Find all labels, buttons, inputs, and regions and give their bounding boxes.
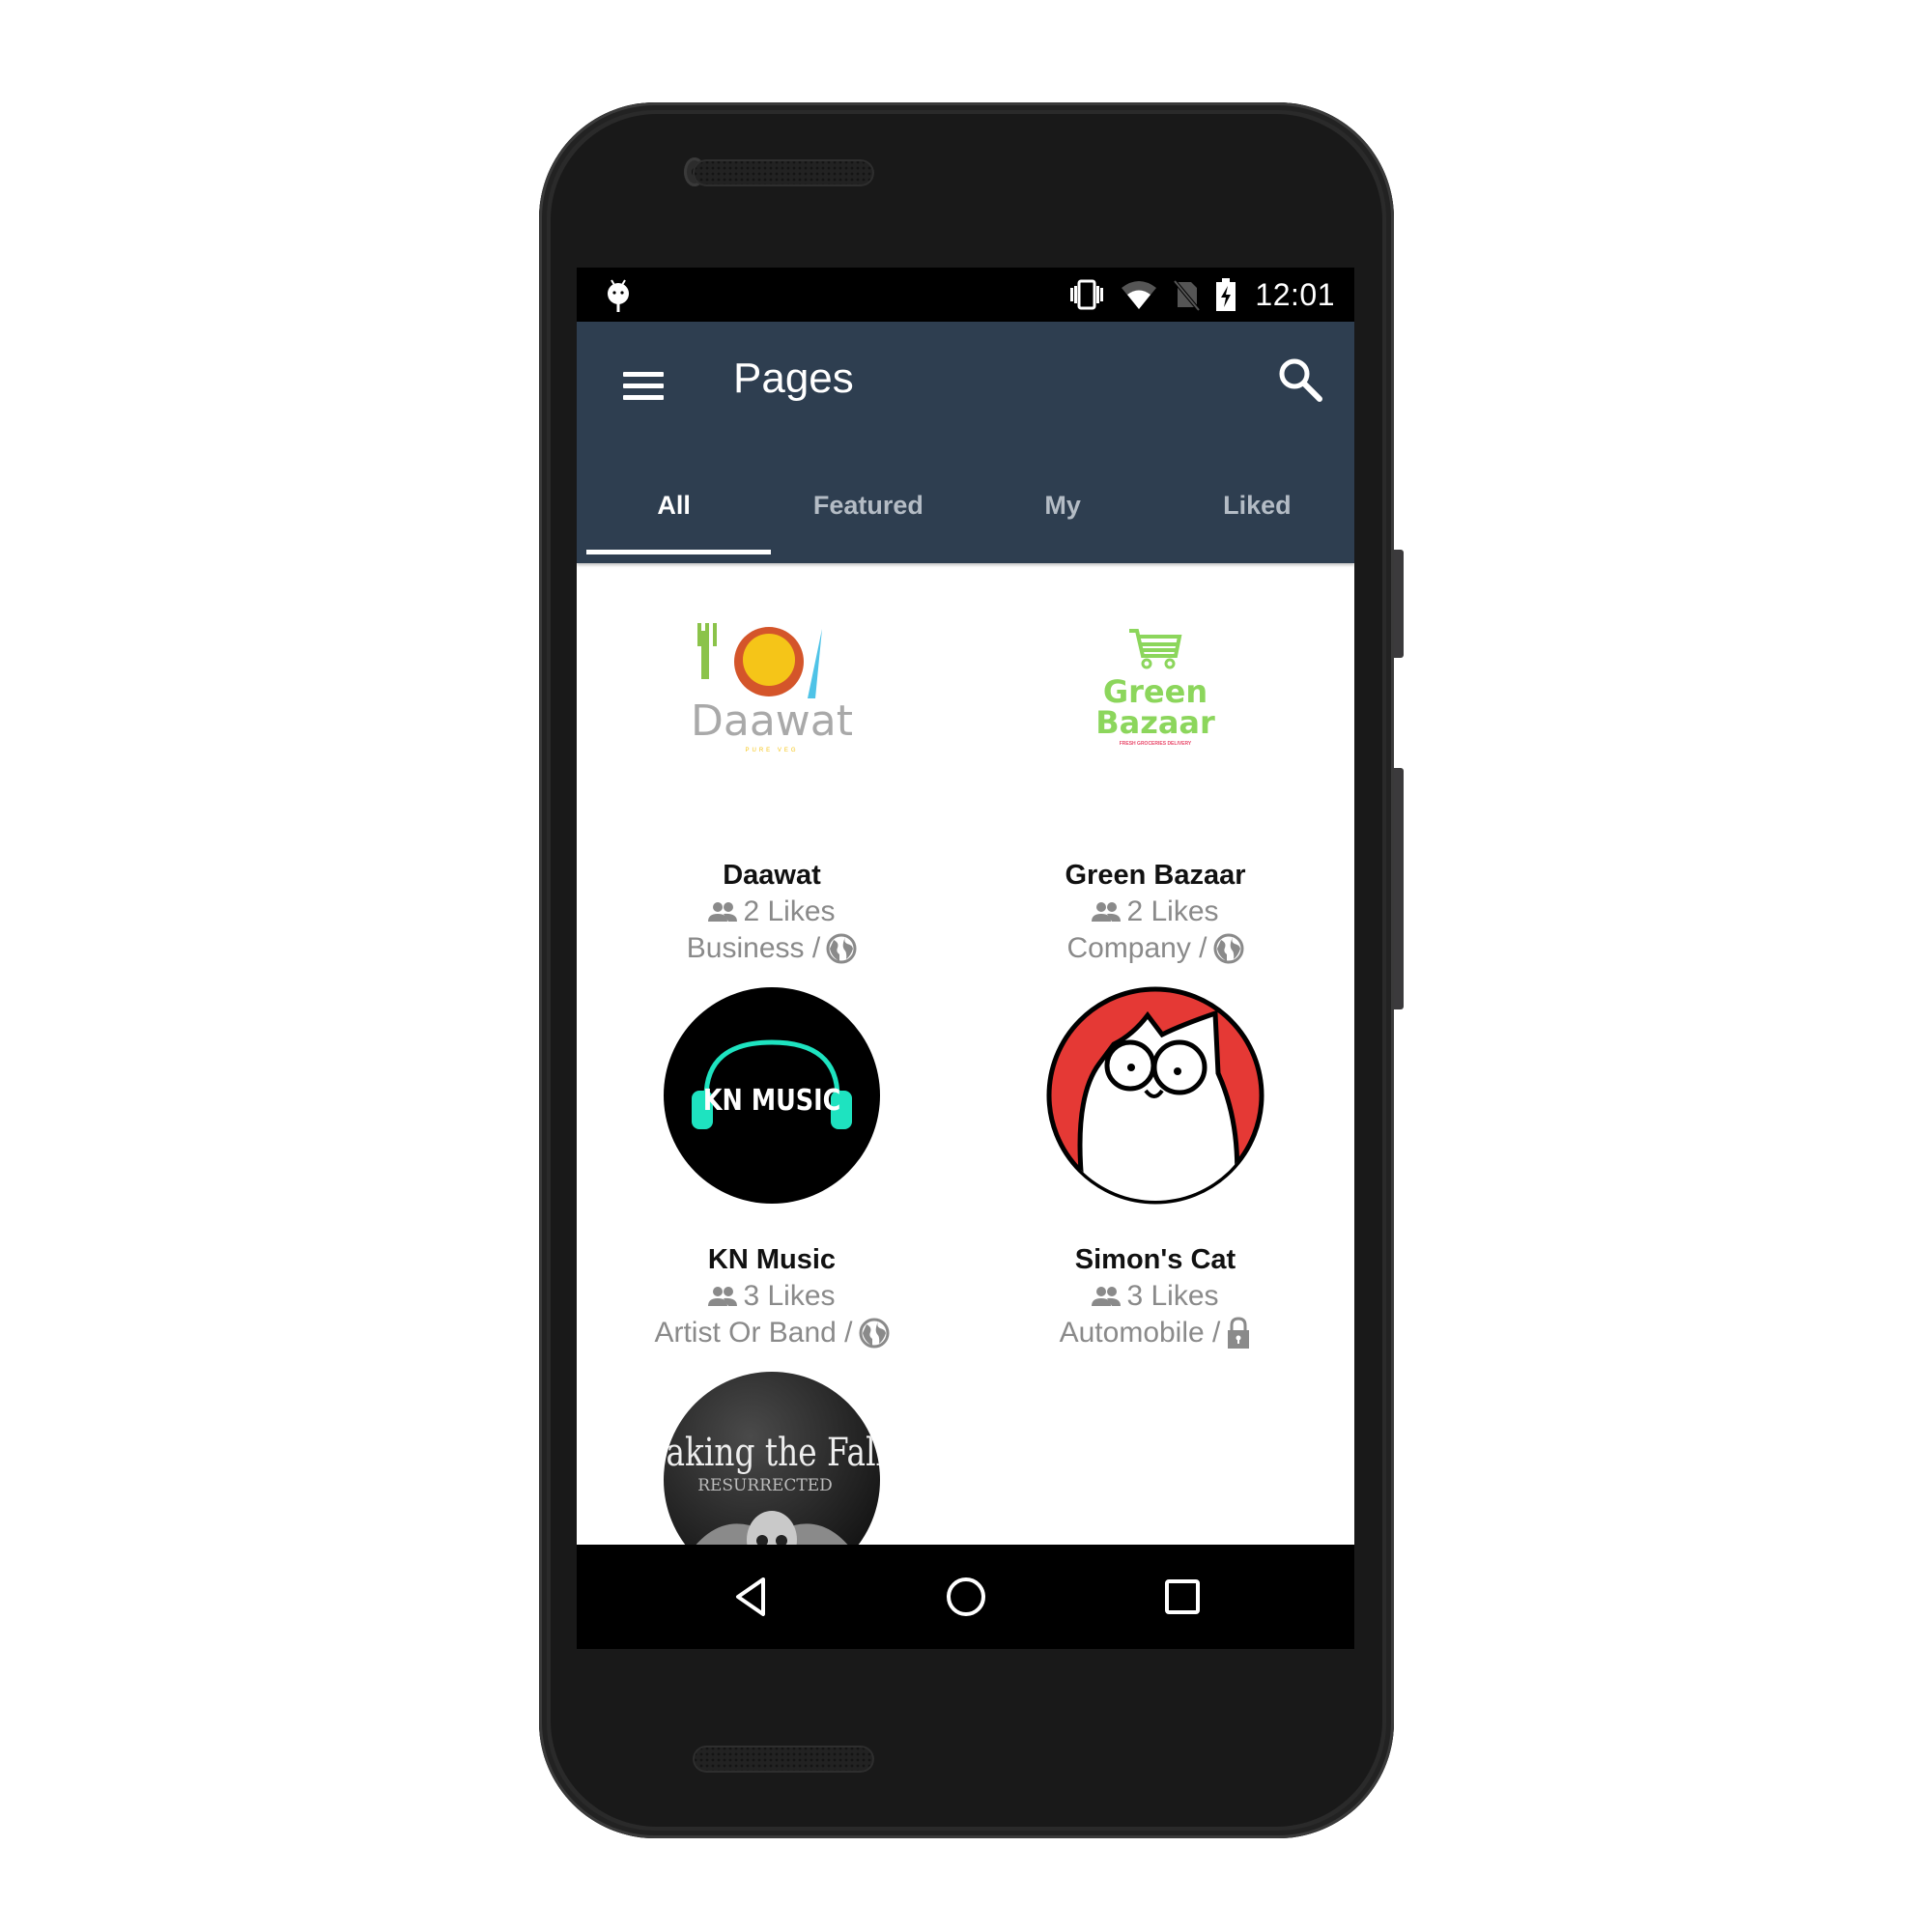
page-category: Company / (966, 930, 1345, 967)
globe-icon (1213, 933, 1244, 964)
lock-icon (1228, 1317, 1250, 1349)
tab-my[interactable]: My (966, 480, 1160, 563)
search-icon[interactable] (1273, 353, 1327, 407)
page-card-daawat[interactable]: Daawat PURE VEG Daawat 2 Likes Business … (582, 602, 961, 967)
volume-rocker[interactable] (1394, 768, 1404, 1009)
tab-all[interactable]: All (577, 480, 772, 563)
recents-square-icon[interactable] (1159, 1574, 1206, 1620)
android-debug-icon (608, 279, 629, 312)
home-circle-icon[interactable] (943, 1574, 989, 1620)
tab-liked[interactable]: Liked (1160, 480, 1354, 563)
svg-text:PURE VEG: PURE VEG (745, 748, 798, 753)
svg-text:RESURRECTED: RESURRECTED (697, 1476, 833, 1495)
page-logo-daawat: Daawat PURE VEG (663, 602, 881, 820)
page-card-kn-music[interactable]: KN MUSIC KN Music 3 Likes Artist Or Band… (582, 986, 961, 1351)
battery-charging-icon (1216, 278, 1236, 311)
people-icon (708, 1287, 738, 1306)
page-name: Green Bazaar (1065, 860, 1246, 891)
page-category: Automobile / (966, 1315, 1345, 1351)
back-triangle-icon[interactable] (728, 1574, 775, 1620)
people-icon (1092, 1287, 1122, 1306)
page-likes: 3 Likes (966, 1278, 1345, 1315)
svg-text:FRESH GROCERIES DELIVERY: FRESH GROCERIES DELIVERY (1120, 741, 1192, 747)
globe-icon (859, 1318, 890, 1349)
no-sim-icon (1173, 279, 1201, 311)
page-name: Simon's Cat (1074, 1244, 1236, 1275)
system-nav-bar (577, 1545, 1354, 1649)
page-category: Artist Or Band / (582, 1315, 961, 1351)
page-logo-green-bazaar: Green Bazaar FRESH GROCERIES DELIVERY (1046, 602, 1264, 820)
earpiece-speaker (693, 159, 874, 186)
page-title: Pages (733, 355, 854, 402)
svg-text:Daawat: Daawat (691, 696, 853, 746)
wifi-icon (1122, 281, 1157, 309)
page-card-simons-cat[interactable]: Simon's Cat 3 Likes Automobile / (966, 986, 1345, 1351)
page-name: Daawat (723, 860, 821, 891)
status-bar: 12:01 (577, 268, 1354, 322)
app-bar: Pages All Featured My Liked (577, 322, 1354, 563)
page-card-green-bazaar[interactable]: Green Bazaar FRESH GROCERIES DELIVERY Gr… (966, 602, 1345, 967)
svg-text:Bazaar: Bazaar (1095, 704, 1215, 741)
bottom-speaker (693, 1746, 874, 1773)
page-category: Business / (582, 930, 961, 967)
tab-bar: All Featured My Liked (577, 480, 1354, 563)
page-name: KN Music (707, 1244, 837, 1275)
screen: 12:01 Pages All Featured My Liked Daawat… (577, 268, 1354, 1649)
power-button[interactable] (1394, 550, 1404, 658)
people-icon (1092, 902, 1122, 922)
status-clock: 12:01 (1255, 276, 1335, 312)
globe-icon (826, 933, 857, 964)
people-icon (708, 902, 738, 922)
page-logo-kn-music: KN MUSIC (663, 986, 881, 1205)
hamburger-menu-icon[interactable] (621, 366, 668, 405)
pages-grid: Daawat PURE VEG Daawat 2 Likes Business … (577, 563, 1354, 1649)
page-logo-simons-cat (1046, 986, 1264, 1205)
page-likes: 2 Likes (582, 894, 961, 930)
vibrate-icon (1070, 279, 1104, 310)
page-likes: 3 Likes (582, 1278, 961, 1315)
page-likes: 2 Likes (966, 894, 1345, 930)
svg-text:KN MUSIC: KN MUSIC (703, 1083, 841, 1118)
tab-featured[interactable]: Featured (771, 480, 965, 563)
svg-text:aking the Fall: aking the Fall (666, 1430, 881, 1475)
